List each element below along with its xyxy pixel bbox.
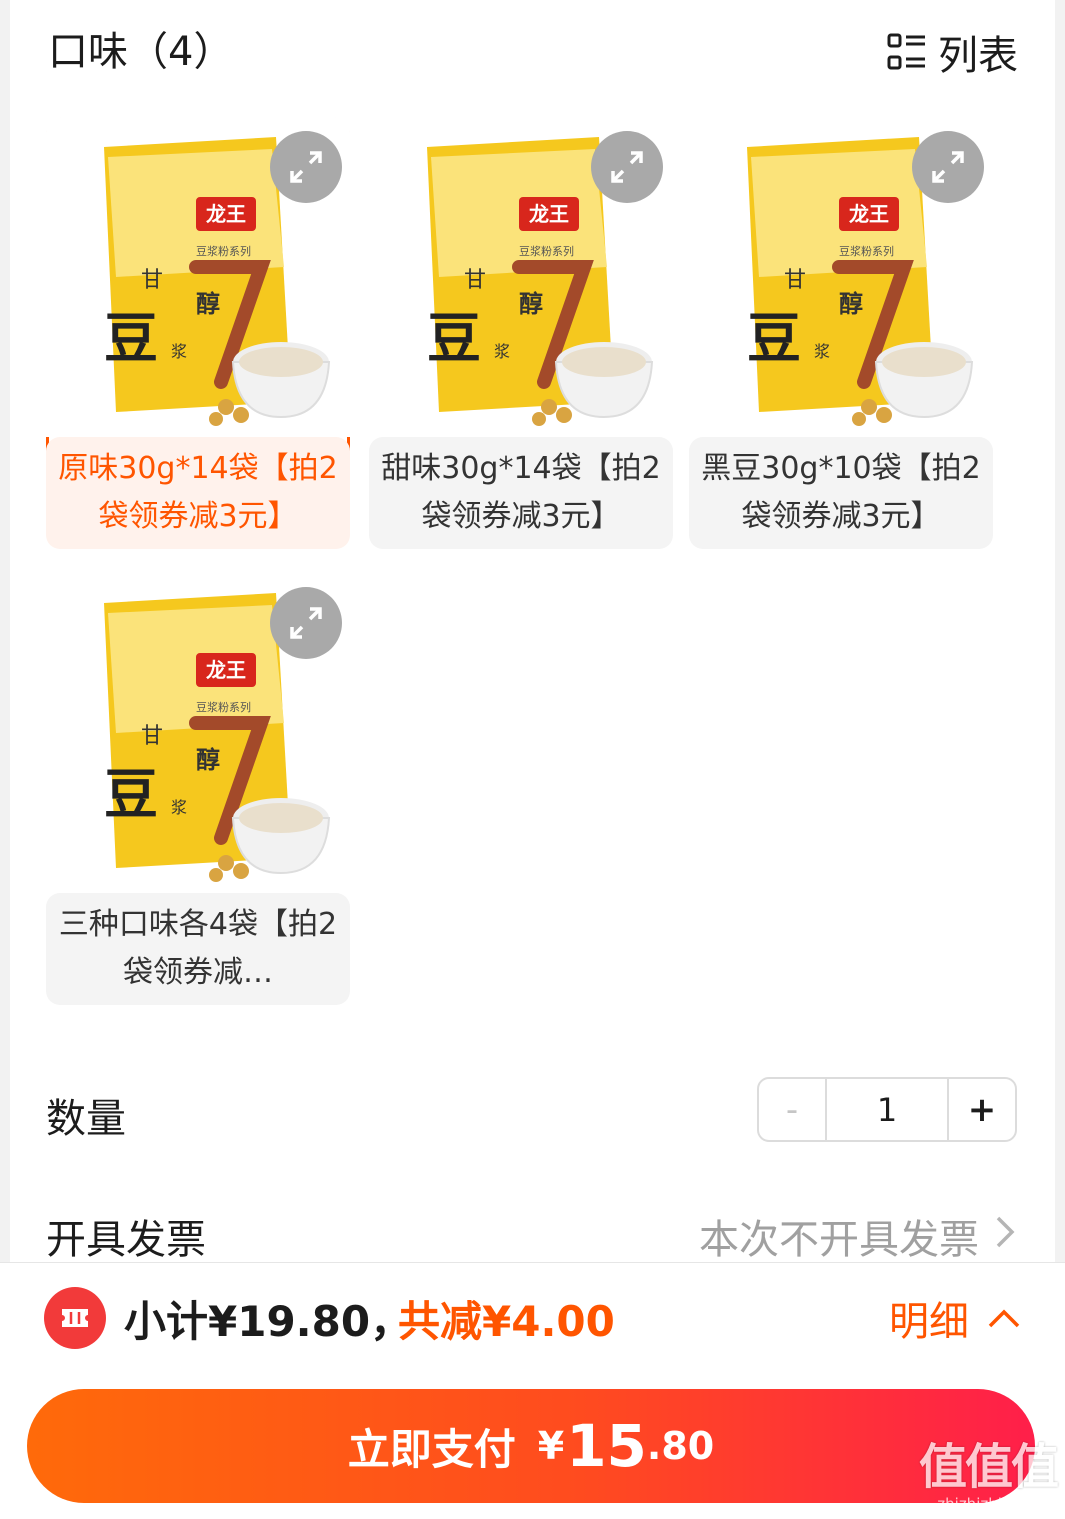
- expand-image-button[interactable]: [591, 131, 663, 203]
- product-big-text: 豆: [104, 762, 158, 826]
- quantity-stepper: - 1 +: [757, 1077, 1017, 1142]
- watermark: 值值值 zhizhizhi.com: [918, 1439, 1059, 1513]
- product-line1-text: 甘: [464, 268, 486, 293]
- product-series-text: 豆浆粉系列: [196, 700, 251, 714]
- expand-icon: [290, 607, 322, 639]
- list-view-toggle[interactable]: 列表: [886, 26, 1018, 79]
- expand-image-button[interactable]: [270, 131, 342, 203]
- coupon-icon: [44, 1287, 106, 1349]
- expand-icon: [932, 151, 964, 183]
- product-small-text: 浆: [814, 342, 830, 361]
- invoice-value[interactable]: 本次不开具发票: [699, 1207, 979, 1265]
- price-detail-label: 明细: [889, 1299, 969, 1345]
- list-view-icon: [887, 33, 925, 70]
- product-line1-text: 甘: [784, 268, 806, 293]
- product-brand-text: 龙王: [529, 202, 569, 226]
- product-series-text: 豆浆粉系列: [839, 244, 894, 258]
- subtotal-text: 小计¥19.80，: [124, 1296, 413, 1346]
- product-line1-text: 甘: [141, 268, 163, 293]
- chevron-right-icon[interactable]: [990, 1214, 1020, 1250]
- product-series-text: 豆浆粉系列: [519, 244, 574, 258]
- checkout-footer: 小计¥19.80， 共减¥4.00 明细 立即支付 ¥ 15 .80 值值值 z…: [0, 1262, 1065, 1519]
- discount-text: 共减¥4.00: [398, 1296, 615, 1346]
- watermark-site: zhizhizhi.com: [937, 1495, 1039, 1513]
- pay-amount-decimal: .80: [646, 1424, 715, 1468]
- pay-now-label: 立即支付: [347, 1424, 516, 1474]
- product-small-text: 浆: [171, 798, 187, 817]
- product-line2-text: 醇: [196, 745, 220, 774]
- expand-icon: [611, 151, 643, 183]
- product-brand-text: 龙王: [206, 658, 246, 682]
- watermark-logo: 值值值: [918, 1439, 1059, 1495]
- product-line1-text: 甘: [141, 724, 163, 749]
- list-view-label: 列表: [938, 33, 1018, 79]
- pay-currency: ¥: [537, 1424, 565, 1468]
- product-series-text: 豆浆粉系列: [196, 244, 251, 258]
- product-big-text: 豆: [747, 306, 801, 370]
- quantity-label: 数量: [46, 1096, 126, 1142]
- pay-amount-integer: 15: [566, 1412, 647, 1480]
- expand-image-button[interactable]: [270, 587, 342, 659]
- decrease-quantity-button[interactable]: -: [759, 1079, 827, 1140]
- price-detail-toggle[interactable]: 明细: [889, 1287, 1021, 1349]
- product-brand-text: 龙王: [849, 202, 889, 226]
- pay-now-button[interactable]: 立即支付 ¥ 15 .80: [27, 1389, 1035, 1503]
- product-line2-text: 醇: [839, 289, 863, 318]
- product-line2-text: 醇: [519, 289, 543, 318]
- product-brand-text: 龙王: [206, 202, 246, 226]
- chevron-up-icon: [988, 1309, 1020, 1328]
- invoice-label: 开具发票: [46, 1217, 206, 1263]
- product-big-text: 豆: [427, 306, 481, 370]
- flavor-option-label: 黑豆30g*10袋【拍2袋领券减3元】: [689, 437, 993, 549]
- increase-quantity-button[interactable]: +: [947, 1079, 1015, 1140]
- flavor-section-title: 口味（4）: [48, 29, 234, 75]
- flavor-option-label: 原味30g*14袋【拍2袋领券减3元】: [46, 437, 350, 549]
- expand-image-button[interactable]: [912, 131, 984, 203]
- flavor-option-label: 三种口味各4袋【拍2袋领券减…: [46, 893, 350, 1005]
- quantity-input[interactable]: 1: [827, 1079, 947, 1140]
- product-line2-text: 醇: [196, 289, 220, 318]
- product-big-text: 豆: [104, 306, 158, 370]
- expand-icon: [290, 151, 322, 183]
- product-small-text: 浆: [494, 342, 510, 361]
- product-small-text: 浆: [171, 342, 187, 361]
- flavor-option-label: 甜味30g*14袋【拍2袋领券减3元】: [369, 437, 673, 549]
